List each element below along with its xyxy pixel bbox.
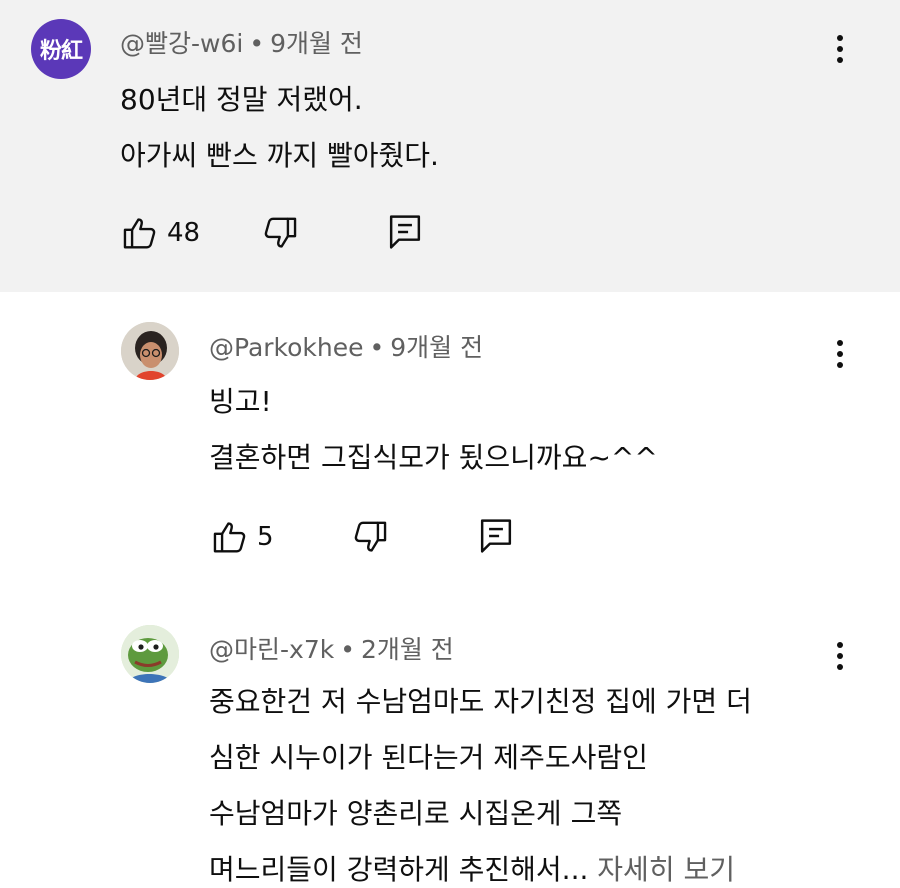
comment-meta: @빨강-w6i • 9개월 전 [120,24,363,60]
thumbs-up-icon [213,522,246,553]
like-button[interactable]: 5 [211,518,274,556]
comment-2: @Parkokhee • 9개월 전 빙고! 결혼하면 그집식모가 됬으니까요~^^… [0,292,900,592]
comment-text-line: 심한 시누이가 된다는거 제주도사람인 [209,741,648,774]
comment-time[interactable]: 9개월 전 [390,333,483,362]
meta-separator: • [249,29,265,58]
comment-text-line: 아가씨 빤스 까지 빨아줬다. [120,139,439,172]
meta-separator: • [369,333,385,362]
read-more-link[interactable]: 자세히 보기 [597,853,735,886]
comment-meta: @마린-x7k • 2개월 전 [209,630,454,666]
thumbs-up-icon [123,218,156,249]
comment-text-line: 80년대 정말 저랬어. [120,83,363,116]
like-count: 48 [167,218,201,248]
comment-text-line: 수남엄마가 양촌리로 시집온게 그쪽 [209,797,623,830]
comment-1: 粉紅 @빨강-w6i • 9개월 전 80년대 정말 저랬어. 아가씨 빤스 까지 … [0,0,900,292]
more-vertical-icon[interactable] [830,636,850,676]
avatar[interactable] [121,322,179,380]
author-handle[interactable]: @빨강-w6i [120,29,243,58]
reply-icon [480,519,512,553]
reply-button[interactable] [386,212,424,252]
comment-text-line-truncated: 며느리들이 강력하게 추진해서... 자세히 보기 [209,848,735,888]
comment-text-line: 빙고! [209,385,272,418]
comment-3: @마린-x7k • 2개월 전 중요한건 저 수남엄마도 자기친정 집에 가면 더 … [0,592,900,886]
meta-separator: • [340,635,355,664]
comment-text-line: 중요한건 저 수남엄마도 자기친정 집에 가면 더 [209,685,752,718]
like-count: 5 [257,522,274,552]
avatar[interactable]: 粉紅 [31,19,91,79]
dislike-button[interactable] [351,518,389,556]
author-handle[interactable]: @마린-x7k [209,635,334,664]
thumbs-down-icon [354,521,387,552]
comment-time[interactable]: 9개월 전 [270,29,363,58]
more-vertical-icon[interactable] [830,29,850,69]
more-vertical-icon[interactable] [830,334,850,374]
dislike-button[interactable] [261,214,299,252]
comment-text-line: 결혼하면 그집식모가 됬으니까요~^^ [209,441,658,474]
like-button[interactable]: 48 [121,214,200,252]
comment-meta: @Parkokhee • 9개월 전 [209,328,483,364]
thumbs-down-icon [264,217,297,248]
comment-text-line: 며느리들이 강력하게 추진해서... [209,853,589,886]
avatar[interactable] [121,625,179,683]
author-handle[interactable]: @Parkokhee [209,333,364,362]
reply-button[interactable] [477,516,515,556]
comment-time[interactable]: 2개월 전 [361,635,454,664]
reply-icon [389,215,421,249]
